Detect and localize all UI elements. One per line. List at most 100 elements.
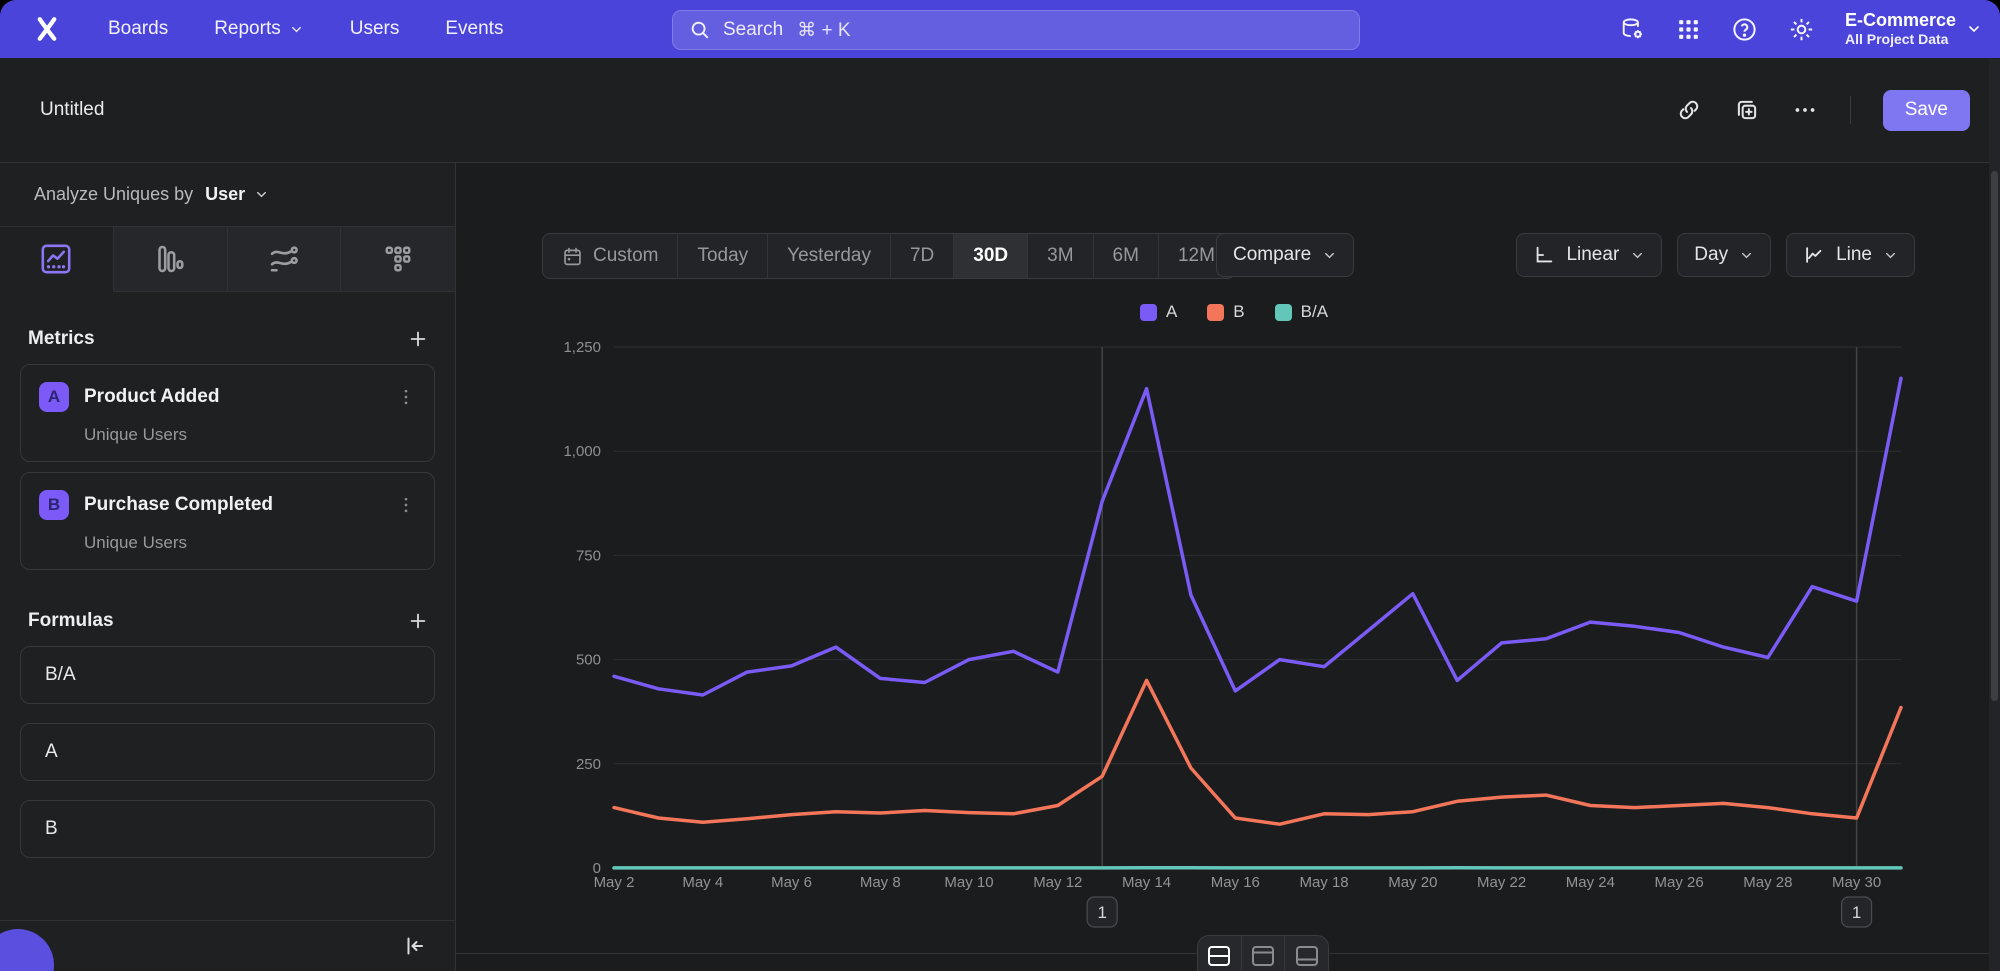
formulas-heading: Formulas xyxy=(28,610,114,632)
formulas-header: Formulas xyxy=(28,610,429,632)
report-canvas: CustomTodayYesterday7D30D3M6M12M Compare… xyxy=(456,163,2000,971)
view-split-icon xyxy=(1206,944,1232,968)
formula-card[interactable]: B/A xyxy=(20,646,435,704)
annotation-badge-label: 1 xyxy=(1097,903,1106,922)
add-formula-button[interactable] xyxy=(407,610,429,632)
analyze-value-dropdown[interactable]: User xyxy=(205,184,245,205)
report-title[interactable]: Untitled xyxy=(40,99,104,121)
divider xyxy=(1850,96,1851,124)
nav-item-reports[interactable]: Reports xyxy=(214,18,304,40)
sidebar-footer xyxy=(0,920,455,971)
mixpanel-logo[interactable] xyxy=(30,12,64,46)
settings-gear-icon[interactable] xyxy=(1788,16,1815,43)
metric-subtitle: Unique Users xyxy=(84,533,416,553)
save-button[interactable]: Save xyxy=(1883,90,1970,131)
visualization-tab-line-chart[interactable] xyxy=(0,227,114,292)
metrics-header: Metrics xyxy=(28,328,429,350)
metric-options-icon[interactable] xyxy=(396,387,416,407)
x-axis-tick: May 30 xyxy=(1832,874,1881,891)
grid-chart-icon xyxy=(380,241,416,277)
series-line-a[interactable] xyxy=(614,378,1901,695)
collapse-sidebar-icon[interactable] xyxy=(403,934,427,958)
content: Analyze Uniques by User Metrics A Product… xyxy=(0,163,2000,971)
metric-card[interactable]: B Purchase Completed Unique Users xyxy=(20,472,435,570)
formula-label: B xyxy=(45,818,58,840)
formula-label: A xyxy=(45,741,58,763)
visualization-tabs xyxy=(0,227,455,292)
search-shortcut: ⌘ + K xyxy=(797,19,850,42)
x-axis-tick: May 22 xyxy=(1477,874,1526,891)
project-switcher[interactable]: E-Commerce All Project Data xyxy=(1845,10,1982,48)
x-axis-tick: May 2 xyxy=(594,874,635,891)
y-axis-tick: 1,000 xyxy=(563,443,601,460)
x-axis-tick: May 6 xyxy=(771,874,812,891)
metrics-heading: Metrics xyxy=(28,328,95,350)
line-chart[interactable]: 02505007501,0001,25011May 2May 4May 6May… xyxy=(456,163,2000,971)
y-axis-tick: 750 xyxy=(576,547,601,564)
x-axis-tick: May 26 xyxy=(1655,874,1704,891)
metric-title: Product Added xyxy=(84,386,396,408)
apps-grid-icon[interactable] xyxy=(1676,17,1701,42)
x-axis-tick: May 8 xyxy=(860,874,901,891)
sidebar-body: Metrics A Product Added Unique Users B Purch… xyxy=(0,328,455,858)
analyze-uniques-row: Analyze Uniques by User xyxy=(0,163,455,227)
top-nav: Boards Reports Users Events Search ⌘ + K xyxy=(0,0,2000,58)
add-metric-button[interactable] xyxy=(407,328,429,350)
chevron-down-icon xyxy=(289,22,304,37)
project-name: E-Commerce xyxy=(1845,10,1956,32)
formula-card[interactable]: A xyxy=(20,723,435,781)
y-axis-tick: 250 xyxy=(576,756,601,773)
chevron-down-icon xyxy=(254,187,269,202)
x-axis-tick: May 28 xyxy=(1743,874,1792,891)
bar-chart-icon xyxy=(152,241,188,277)
primary-nav: Boards Reports Users Events xyxy=(108,18,503,40)
metric-options-icon[interactable] xyxy=(396,495,416,515)
x-axis-tick: May 4 xyxy=(682,874,723,891)
x-axis-tick: May 16 xyxy=(1211,874,1260,891)
data-settings-icon[interactable] xyxy=(1619,16,1646,43)
search-placeholder: Search xyxy=(723,19,783,41)
metric-subtitle: Unique Users xyxy=(84,425,416,445)
copy-link-icon[interactable] xyxy=(1676,97,1702,123)
x-axis-tick: May 20 xyxy=(1388,874,1437,891)
more-options-icon[interactable] xyxy=(1792,97,1818,123)
duplicate-icon[interactable] xyxy=(1734,97,1760,123)
line-chart-icon xyxy=(38,241,74,277)
panel-toggle-view-split[interactable] xyxy=(1198,936,1242,971)
project-scope: All Project Data xyxy=(1845,31,1956,48)
visualization-tab-grid-chart[interactable] xyxy=(341,227,455,291)
nav-item-label: Users xyxy=(350,18,400,40)
metric-card[interactable]: A Product Added Unique Users xyxy=(20,364,435,462)
metric-title: Purchase Completed xyxy=(84,494,396,516)
visualization-tab-bar-chart[interactable] xyxy=(114,227,228,291)
formula-list: B/A A B xyxy=(20,646,435,858)
x-axis-tick: May 14 xyxy=(1122,874,1171,891)
visualization-tab-flow-chart[interactable] xyxy=(228,227,342,291)
panel-toggle-view-bottom-panel[interactable] xyxy=(1285,936,1328,971)
help-icon[interactable] xyxy=(1731,16,1758,43)
metric-badge: B xyxy=(39,490,69,520)
x-axis-tick: May 12 xyxy=(1033,874,1082,891)
scrollbar-track xyxy=(1989,59,2000,971)
panel-toggle-view-top-panel[interactable] xyxy=(1242,936,1286,971)
x-axis-tick: May 10 xyxy=(944,874,993,891)
search-input[interactable]: Search ⌘ + K xyxy=(672,10,1360,50)
flow-chart-icon xyxy=(266,241,302,277)
workspace: Untitled xyxy=(0,58,2000,971)
nav-item-users[interactable]: Users xyxy=(350,18,400,40)
formula-card[interactable]: B xyxy=(20,800,435,858)
search-icon xyxy=(689,19,711,41)
chevron-down-icon xyxy=(1966,21,1982,37)
scrollbar-thumb[interactable] xyxy=(1991,171,1998,701)
metric-badge: A xyxy=(39,382,69,412)
nav-item-boards[interactable]: Boards xyxy=(108,18,168,40)
formula-label: B/A xyxy=(45,664,76,686)
nav-item-events[interactable]: Events xyxy=(445,18,503,40)
view-top-panel-icon xyxy=(1250,944,1276,968)
x-axis-tick: May 24 xyxy=(1566,874,1615,891)
view-bottom-panel-icon xyxy=(1294,944,1320,968)
x-axis-tick: May 18 xyxy=(1299,874,1348,891)
panel-layout-toggles xyxy=(1197,935,1329,971)
series-line-b[interactable] xyxy=(614,680,1901,824)
y-axis-tick: 1,250 xyxy=(563,339,601,356)
